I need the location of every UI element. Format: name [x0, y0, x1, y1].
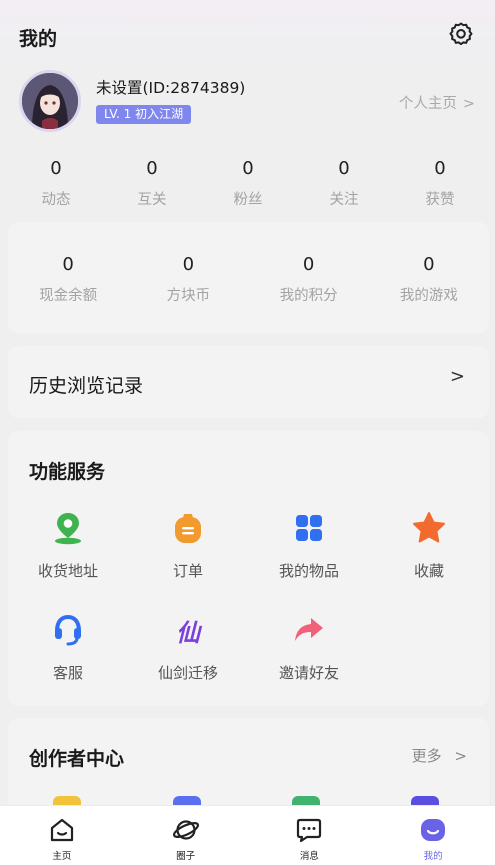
stat-label: 互关 — [137, 192, 167, 208]
stat-label: 关注 — [329, 192, 359, 208]
planet-icon — [172, 816, 200, 844]
wallet-card: 0 现金余额 0 方块币 0 我的积分 0 我的游戏 — [8, 222, 489, 333]
top-bar: 我的 — [0, 0, 495, 70]
gear-icon[interactable] — [447, 20, 475, 48]
stat-following[interactable]: 0 关注 — [296, 158, 392, 208]
wallet-label: 我的游戏 — [399, 288, 458, 304]
service-label: 邀请好友 — [278, 664, 339, 682]
wallet-value: 0 — [302, 254, 315, 275]
wallet-label: 现金余额 — [39, 288, 98, 304]
wallet-value: 0 — [182, 254, 195, 275]
tab-circle[interactable]: 圈子 — [124, 806, 248, 865]
page-title: 我的 — [19, 28, 58, 50]
more-link[interactable]: 更多 > — [412, 745, 467, 766]
stat-value: 0 — [242, 158, 254, 179]
stat-label: 动态 — [41, 192, 71, 208]
history-label: 历史浏览记录 — [29, 375, 144, 397]
service-label: 我的物品 — [278, 562, 339, 580]
social-stats: 0 动态 0 互关 0 粉丝 0 关注 0 获赞 — [8, 158, 488, 208]
username: 未设置(ID:2874389) — [96, 79, 246, 97]
star-icon — [412, 511, 446, 545]
service-address[interactable]: 收货地址 — [8, 511, 128, 581]
stat-fans[interactable]: 0 粉丝 — [200, 158, 296, 208]
history-row[interactable]: 历史浏览记录 > — [8, 346, 489, 418]
order-bag-icon — [171, 511, 205, 545]
stat-value: 0 — [50, 158, 62, 179]
stat-posts[interactable]: 0 动态 — [8, 158, 104, 208]
wallet-label: 方块币 — [166, 288, 211, 304]
service-support[interactable]: 客服 — [8, 613, 128, 683]
service-favorites[interactable]: 收藏 — [369, 511, 489, 581]
grid-icon — [292, 511, 326, 545]
wallet-value: 0 — [62, 254, 74, 275]
bottom-tab-bar: 主页 圈子 消息 我的 — [0, 805, 495, 865]
wallet-games[interactable]: 0 我的游戏 — [369, 254, 489, 333]
stat-mutual[interactable]: 0 互关 — [104, 158, 200, 208]
home-icon — [48, 816, 76, 844]
more-label: 更多 — [411, 747, 442, 765]
stat-label: 粉丝 — [233, 192, 263, 208]
service-migrate[interactable]: 仙 仙剑迁移 — [128, 613, 248, 683]
service-label: 收货地址 — [37, 562, 98, 580]
tab-label: 我的 — [423, 851, 443, 862]
service-items[interactable]: 我的物品 — [249, 511, 369, 581]
chevron-right-icon: > — [454, 747, 467, 765]
tab-label: 主页 — [52, 851, 72, 862]
message-icon — [295, 816, 323, 844]
services-card: 功能服务 收货地址 订单 我的物品 收藏 客服 仙 仙剑迁移 邀请好友 — [8, 431, 489, 706]
wallet-cash[interactable]: 0 现金余额 — [8, 254, 128, 333]
homepage-link-label: 个人主页 — [398, 96, 457, 112]
service-orders[interactable]: 订单 — [128, 511, 248, 581]
service-invite[interactable]: 邀请好友 — [249, 613, 369, 683]
tab-mine[interactable]: 我的 — [371, 806, 495, 865]
xian-glyph-icon: 仙 — [171, 613, 205, 647]
stat-likes[interactable]: 0 获赞 — [392, 158, 488, 208]
services-title: 功能服务 — [29, 461, 106, 483]
tab-home[interactable]: 主页 — [0, 806, 124, 865]
profile-face-icon — [419, 816, 447, 844]
stat-value: 0 — [434, 158, 446, 179]
stat-label: 获赞 — [425, 192, 455, 208]
homepage-link[interactable]: 个人主页 > — [399, 92, 475, 113]
level-badge: LV. 1 初入江湖 — [96, 105, 192, 124]
service-label: 仙剑迁移 — [157, 664, 218, 682]
tab-messages[interactable]: 消息 — [248, 806, 372, 865]
headset-icon — [51, 613, 85, 647]
stat-value: 0 — [146, 158, 158, 179]
wallet-label: 我的积分 — [279, 288, 338, 304]
share-arrow-icon — [292, 613, 326, 647]
tab-label: 圈子 — [176, 851, 196, 862]
profile-header[interactable]: 未设置(ID:2874389) LV. 1 初入江湖 个人主页 > — [0, 70, 495, 135]
wallet-value: 0 — [423, 254, 435, 275]
tab-label: 消息 — [299, 851, 319, 862]
chevron-right-icon: > — [449, 366, 465, 387]
wallet-coins[interactable]: 0 方块币 — [128, 254, 248, 333]
service-label: 订单 — [172, 562, 203, 580]
location-pin-icon — [51, 511, 85, 545]
stat-value: 0 — [338, 158, 350, 179]
avatar[interactable] — [19, 70, 81, 132]
wallet-points[interactable]: 0 我的积分 — [249, 254, 369, 333]
service-label: 客服 — [52, 664, 83, 682]
service-label: 收藏 — [413, 562, 444, 580]
creator-title: 创作者中心 — [29, 748, 125, 770]
xian-glyph: 仙 — [176, 617, 200, 647]
chevron-right-icon: > — [462, 96, 475, 112]
